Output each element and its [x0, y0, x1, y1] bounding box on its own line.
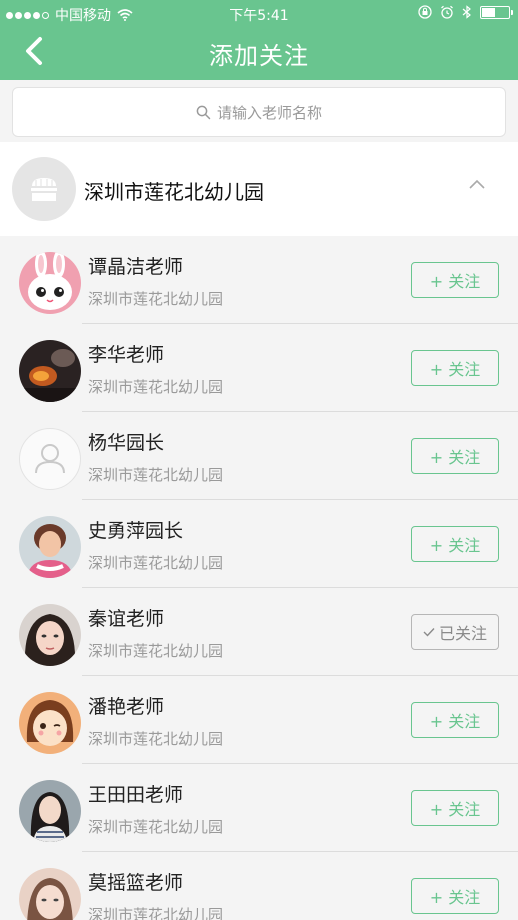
avatar: [19, 428, 81, 490]
avatar: [19, 340, 81, 402]
kindergarten-name: 深圳市莲花北幼儿园: [84, 180, 264, 204]
follow-button[interactable]: + 关注: [411, 438, 499, 474]
teacher-row[interactable]: 秦谊老师 深圳市莲花北幼儿园 已关注: [0, 588, 518, 676]
search-placeholder: 请输入老师名称: [216, 103, 322, 122]
kindergarten-icon: [31, 178, 57, 201]
teacher-row[interactable]: 谭晶洁老师 深圳市莲花北幼儿园 + 关注: [0, 236, 518, 324]
kindergarten-group-header[interactable]: 深圳市莲花北幼儿园: [0, 142, 518, 236]
teacher-name: 谭晶洁老师: [88, 256, 184, 278]
teacher-school: 深圳市莲花北幼儿园: [88, 466, 224, 484]
search-icon: [196, 105, 211, 119]
avatar: [19, 868, 81, 920]
follow-button[interactable]: + 关注: [411, 702, 499, 738]
follow-button[interactable]: + 关注: [411, 526, 499, 562]
follow-button[interactable]: + 关注: [411, 262, 499, 298]
battery-icon: [480, 5, 513, 19]
teacher-list: 谭晶洁老师 深圳市莲花北幼儿园 + 关注 李华老师 深圳市莲花北幼儿园 + 关注: [0, 236, 518, 920]
teacher-name: 王田田老师: [88, 784, 184, 806]
alarm-icon: [441, 5, 453, 19]
cartoon-girl-avatar-image: [19, 692, 81, 754]
teacher-name: 潘艳老师: [88, 696, 165, 718]
search-section: 请输入老师名称: [0, 80, 518, 142]
teacher-school: 深圳市莲花北幼儿园: [88, 642, 224, 660]
campfire-avatar-image: [19, 340, 81, 402]
followed-label: 已关注: [438, 624, 487, 643]
teacher-name: 莫摇篮老师: [88, 872, 184, 894]
teacher-name: 杨华园长: [88, 432, 165, 454]
teacher-row[interactable]: 史勇萍园长 深圳市莲花北幼儿园 + 关注: [0, 500, 518, 588]
search-input[interactable]: 请输入老师名称: [12, 87, 506, 137]
teacher-name: 秦谊老师: [88, 608, 165, 630]
teacher-row[interactable]: 王田田老师 深圳市莲花北幼儿园 + 关注: [0, 764, 518, 852]
teacher-row[interactable]: 杨华园长 深圳市莲花北幼儿园 + 关注: [0, 412, 518, 500]
portrait-avatar-image: [19, 516, 81, 578]
teacher-name: 史勇萍园长: [88, 520, 184, 542]
avatar: [19, 692, 81, 754]
follow-button[interactable]: + 关注: [411, 878, 499, 914]
user-placeholder-icon: [35, 444, 65, 474]
teacher-school: 深圳市莲花北幼儿园: [88, 554, 224, 572]
rotation-lock-icon: [418, 5, 432, 19]
teacher-name: 李华老师: [88, 344, 165, 366]
portrait-avatar-image: [19, 780, 81, 842]
followed-button[interactable]: 已关注: [411, 614, 499, 650]
follow-button[interactable]: + 关注: [411, 350, 499, 386]
teacher-row[interactable]: 莫摇篮老师 深圳市莲花北幼儿园 + 关注: [0, 852, 518, 920]
kindergarten-logo: [12, 157, 76, 221]
teacher-row[interactable]: 潘艳老师 深圳市莲花北幼儿园 + 关注: [0, 676, 518, 764]
chevron-up-icon[interactable]: [468, 178, 486, 190]
avatar: [19, 516, 81, 578]
status-bar: 中国移动 下午5:41: [0, 0, 518, 26]
portrait-avatar-image: [19, 604, 81, 666]
teacher-school: 深圳市莲花北幼儿园: [88, 378, 224, 396]
top-bar: 中国移动 下午5:41 添加关注: [0, 0, 518, 80]
teacher-school: 深圳市莲花北幼儿园: [88, 730, 224, 748]
portrait-avatar-image: [19, 868, 81, 920]
avatar: [19, 780, 81, 842]
teacher-school: 深圳市莲花北幼儿园: [88, 818, 224, 836]
status-right: [418, 5, 513, 19]
page-title: 添加关注: [209, 42, 309, 70]
teacher-school: 深圳市莲花北幼儿园: [88, 290, 224, 308]
check-icon: [423, 628, 435, 637]
bluetooth-icon: [462, 5, 471, 19]
bunny-avatar-image: [19, 252, 81, 314]
avatar: [19, 252, 81, 314]
follow-button[interactable]: + 关注: [411, 790, 499, 826]
avatar: [19, 604, 81, 666]
teacher-row[interactable]: 李华老师 深圳市莲花北幼儿园 + 关注: [0, 324, 518, 412]
teacher-school: 深圳市莲花北幼儿园: [88, 906, 224, 920]
